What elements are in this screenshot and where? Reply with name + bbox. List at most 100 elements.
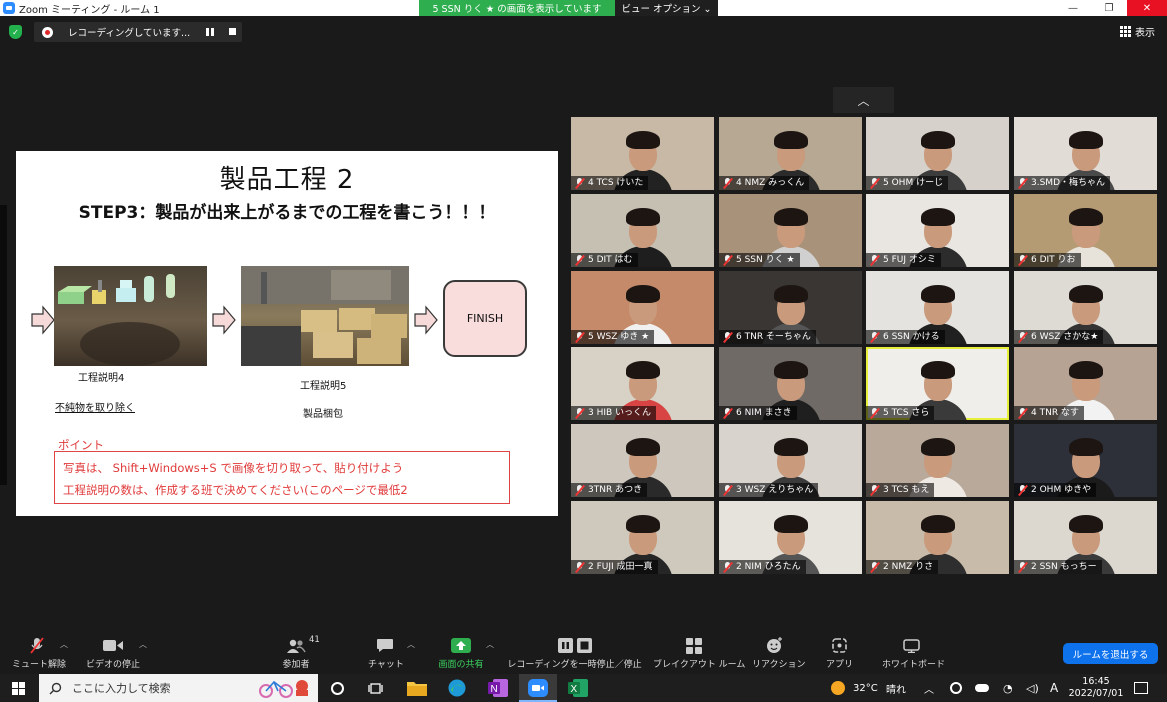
mic-off-icon [30,637,44,654]
close-button[interactable]: ✕ [1127,0,1167,16]
participant-tile[interactable]: 3 HIB いっくん [571,347,714,420]
task-view-icon[interactable] [368,682,383,698]
notification-center-icon[interactable] [1134,682,1148,694]
participant-name: 3TNR あつき [588,485,643,495]
slide-title: 製品工程 2 [219,165,355,195]
participants-icon [287,639,306,653]
video-camera-icon [103,640,123,651]
participant-tile[interactable]: 5 WSZ ゆき ★ [571,271,714,344]
whiteboard-icon [902,638,920,653]
apps-button[interactable]: アプリ [826,637,853,670]
participant-tile[interactable]: 6 WSZ さかな★ [1014,271,1157,344]
mute-label: ミュート解除 [12,660,67,670]
view-layout-button[interactable]: 表示 [1120,24,1155,39]
pause-recording-icon[interactable] [206,28,214,36]
leave-room-button[interactable]: ルームを退出する [1063,643,1158,664]
tray-overflow-chevron-icon[interactable]: ︿ [924,674,934,702]
video-options-caret-icon[interactable]: ︿ [139,639,147,650]
participant-name: 3 WSZ えりちゃん [736,485,814,495]
gallery-scroll-up-button[interactable]: ︿ [833,87,894,113]
mic-muted-icon [1018,408,1027,418]
arrow-right-icon [414,305,438,335]
participant-name: 5 OHM けーじ [883,178,944,188]
participant-tile[interactable]: 5 OHM けーじ [866,117,1009,190]
participant-tile[interactable]: 4 TNR なす [1014,347,1157,420]
participant-name-tag: 5 WSZ ゆき ★ [571,330,655,344]
chat-button[interactable]: チャット [368,637,404,670]
stop-recording-icon[interactable] [229,28,236,35]
mic-muted-icon [723,562,732,572]
participant-tile[interactable]: 3TNR あつき [571,424,714,497]
participant-name-tag: 5 TCS さら [866,406,935,420]
recording-control-label: レコーディングを一時停止／停止 [507,660,642,670]
zoom-taskbar-button[interactable] [519,674,557,702]
wifi-icon[interactable]: ◔ [1003,674,1013,702]
participant-tile[interactable]: 2 NMZ りさ [866,501,1009,574]
participant-hair [921,208,955,226]
reactions-button[interactable]: リアクション [752,637,806,670]
encryption-shield-icon[interactable]: ✓ [9,25,22,39]
breakout-rooms-button[interactable]: ブレイクアウト ルーム [653,637,745,670]
stop-video-button[interactable]: ビデオの停止 [85,637,141,670]
record-icon [42,26,53,38]
participant-name: 2 NIM ひろたん [736,562,801,572]
participant-tile[interactable]: 6 NIM まさき [719,347,862,420]
maximize-button[interactable]: ❐ [1091,0,1127,16]
participant-name-tag: 6 DIT りお [1014,253,1081,267]
edge-browser-icon[interactable] [447,679,467,700]
participant-tile[interactable]: 2 FUJI 成田一真 [571,501,714,574]
clock[interactable]: 16:45 2022/07/01 [1068,676,1124,700]
onenote-icon[interactable]: N [488,679,508,700]
onedrive-cloud-icon[interactable] [975,684,989,692]
clock-time: 16:45 [1082,676,1110,687]
participant-hair [1069,515,1103,533]
minimize-button[interactable]: — [1055,0,1091,16]
file-explorer-icon[interactable] [407,680,427,699]
participant-hair [626,438,660,456]
share-screen-button[interactable]: 画面の共有 [435,637,487,670]
share-options-caret-icon[interactable]: ︿ [486,639,494,650]
participants-button[interactable]: 41 参加者 [276,635,319,670]
apps-icon [831,638,847,653]
participant-tile[interactable]: 2 SSN もっちー [1014,501,1157,574]
participant-tile[interactable]: 5 FUJ オシミ [866,194,1009,267]
participant-tile[interactable]: 3.SMD・梅ちゃん [1014,117,1157,190]
participant-name-tag: 3 HIB いっくん [571,406,657,420]
participant-name: 6 DIT りお [1031,255,1076,265]
taskbar-search-box[interactable]: ここに入力して検索 [39,674,318,702]
windows-start-icon[interactable] [12,682,25,698]
participant-tile[interactable]: 4 NMZ みっくん [719,117,862,190]
participant-name: 3 TCS もえ [883,485,930,495]
excel-icon[interactable]: X [568,679,588,700]
participant-tile[interactable]: 6 TNR そーちゃん [719,271,862,344]
mute-button[interactable]: ミュート解除 [12,637,66,670]
participant-tile[interactable]: 3 WSZ えりちゃん [719,424,862,497]
participant-tile[interactable]: 6 DIT りお [1014,194,1157,267]
participant-tile[interactable]: 6 SSN かける [866,271,1009,344]
chat-options-caret-icon[interactable]: ︿ [407,639,415,650]
participant-tile[interactable]: 5 TCS さら [866,347,1009,420]
view-options-button[interactable]: ビュー オプション ⌄ [615,0,718,16]
participant-hair [1069,131,1103,149]
caption-step5-detail: 製品梱包 [303,409,343,420]
reaction-smiley-icon [766,637,782,653]
participant-tile[interactable]: 3 TCS もえ [866,424,1009,497]
zoom-window: Zoom ミーティング - ルーム 1 5 SSN りく ★ の画面を表示してい… [0,0,1167,702]
participant-tile[interactable]: 2 NIM ひろたん [719,501,862,574]
speaker-icon[interactable]: ◁) [1026,674,1039,702]
recording-control-button[interactable]: レコーディングを一時停止／停止 [507,637,642,670]
task-view-circle-icon[interactable] [331,682,344,695]
mic-muted-icon [723,408,732,418]
audio-options-caret-icon[interactable]: ︿ [60,639,68,650]
participant-hair [626,208,660,226]
finish-label: FINISH [466,312,504,325]
weather-sun-icon[interactable] [831,681,845,695]
participant-tile[interactable]: 2 OHM ゆきや [1014,424,1157,497]
bicycle-icon [259,680,308,698]
ime-indicator[interactable]: A [1050,674,1058,702]
whiteboard-button[interactable]: ホワイトボード [882,637,945,670]
participant-tile[interactable]: 4 TCS けいた [571,117,714,190]
participant-tile[interactable]: 5 DIT はむ [571,194,714,267]
participant-tile[interactable]: 5 SSN りく ★ [719,194,862,267]
tray-app-icon[interactable] [950,682,962,694]
